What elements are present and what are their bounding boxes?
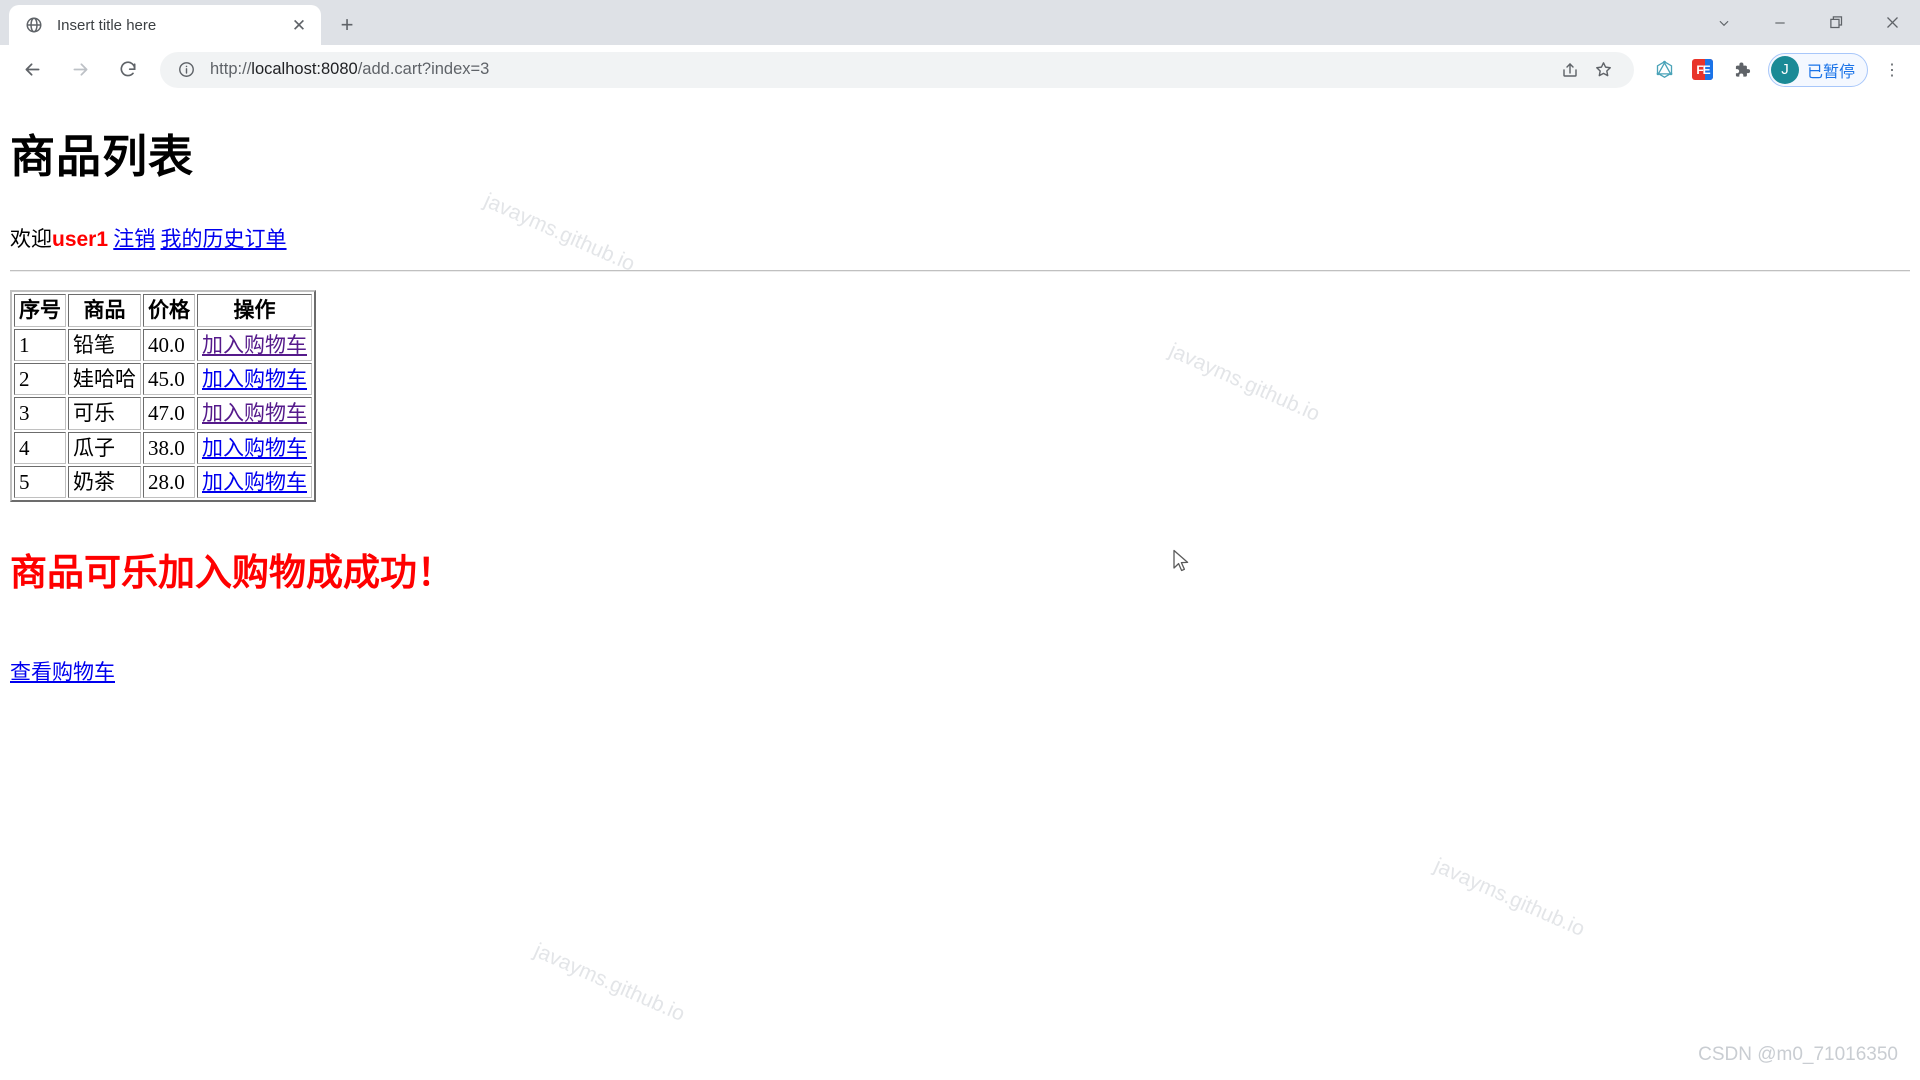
add-to-cart-link[interactable]: 加入购物车 bbox=[202, 470, 307, 494]
forward-icon[interactable] bbox=[62, 52, 98, 88]
extension-icons: FE bbox=[1648, 53, 1758, 87]
goods-table: 序号 商品 价格 操作 1 铅笔 40.0 加入购物车 2 娃哈哈 45.0 加… bbox=[10, 290, 316, 503]
column-header-action: 操作 bbox=[197, 294, 312, 327]
back-icon[interactable] bbox=[14, 52, 50, 88]
omnibox-actions bbox=[1554, 54, 1620, 86]
column-header-price: 价格 bbox=[143, 294, 195, 327]
column-header-name: 商品 bbox=[68, 294, 141, 327]
site-watermark: javayms.github.io bbox=[530, 939, 689, 1027]
fe-extension-icon[interactable]: FE bbox=[1686, 53, 1720, 87]
table-row: 5 奶茶 28.0 加入购物车 bbox=[14, 465, 312, 499]
add-to-cart-link[interactable]: 加入购物车 bbox=[202, 401, 307, 425]
url-scheme: http:// bbox=[210, 60, 252, 78]
cell-index: 3 bbox=[14, 397, 66, 430]
cell-name: 瓜子 bbox=[68, 431, 141, 464]
welcome-username: user1 bbox=[52, 228, 109, 251]
star-icon[interactable] bbox=[1588, 54, 1620, 86]
cell-index: 2 bbox=[14, 362, 66, 396]
profile-status-label: 已暂停 bbox=[1806, 63, 1855, 81]
cell-action: 加入购物车 bbox=[197, 465, 312, 499]
minimize-icon[interactable] bbox=[1752, 0, 1808, 45]
cell-price: 28.0 bbox=[143, 465, 195, 499]
extensions-puzzle-icon[interactable] bbox=[1724, 53, 1758, 87]
url-host: localhost:8080 bbox=[251, 60, 358, 78]
address-bar[interactable]: http://localhost:8080/add.cart?index=3 bbox=[160, 51, 1634, 88]
column-header-index: 序号 bbox=[14, 294, 66, 327]
fe-extension-label: FE bbox=[1696, 62, 1710, 77]
cell-price: 40.0 bbox=[143, 328, 195, 361]
csdn-watermark: CSDN @m0_71016350 bbox=[1698, 1044, 1898, 1065]
cell-price: 47.0 bbox=[143, 397, 195, 430]
tab-search-icon[interactable] bbox=[1696, 0, 1752, 45]
cell-name: 铅笔 bbox=[68, 328, 141, 361]
table-header-row: 序号 商品 价格 操作 bbox=[14, 294, 312, 327]
page-content: 商品列表 欢迎user1 注销 我的历史订单 序号 商品 价格 操作 1 铅笔 bbox=[0, 120, 1920, 686]
table-row: 3 可乐 47.0 加入购物车 bbox=[14, 397, 312, 430]
cell-action: 加入购物车 bbox=[197, 431, 312, 464]
globe-icon bbox=[25, 16, 43, 34]
add-to-cart-link[interactable]: 加入购物车 bbox=[202, 436, 307, 460]
chrome-menu-icon[interactable]: ⋮ bbox=[1874, 52, 1910, 88]
cell-name: 可乐 bbox=[68, 397, 141, 430]
cell-name: 奶茶 bbox=[68, 465, 141, 499]
tab-title: Insert title here bbox=[57, 16, 157, 34]
add-to-cart-link[interactable]: 加入购物车 bbox=[202, 367, 307, 391]
cell-action: 加入购物车 bbox=[197, 328, 312, 361]
reload-icon[interactable] bbox=[110, 52, 146, 88]
cell-index: 4 bbox=[14, 431, 66, 464]
url-path: /add.cart?index=3 bbox=[357, 60, 490, 78]
table-row: 2 娃哈哈 45.0 加入购物车 bbox=[14, 362, 312, 396]
my-orders-link[interactable]: 我的历史订单 bbox=[161, 227, 287, 251]
table-row: 4 瓜子 38.0 加入购物车 bbox=[14, 431, 312, 464]
graphql-extension-icon[interactable] bbox=[1648, 53, 1682, 87]
browser-window: Insert title here ✕ + http://localhost:8… bbox=[0, 0, 1920, 1080]
cart-link-row: 查看购物车 bbox=[10, 656, 1910, 686]
window-controls bbox=[1696, 0, 1920, 45]
cell-price: 38.0 bbox=[143, 431, 195, 464]
cell-name: 娃哈哈 bbox=[68, 362, 141, 396]
avatar: J bbox=[1770, 55, 1799, 84]
browser-toolbar: http://localhost:8080/add.cart?index=3 F… bbox=[0, 45, 1920, 94]
logout-link[interactable]: 注销 bbox=[113, 227, 155, 251]
cell-index: 5 bbox=[14, 465, 66, 499]
url-text: http://localhost:8080/add.cart?index=3 bbox=[210, 60, 1554, 79]
table-row: 1 铅笔 40.0 加入购物车 bbox=[14, 328, 312, 361]
site-watermark: javayms.github.io bbox=[1430, 854, 1589, 942]
cell-price: 45.0 bbox=[143, 362, 195, 396]
view-cart-link[interactable]: 查看购物车 bbox=[10, 660, 115, 684]
page-title: 商品列表 bbox=[10, 131, 195, 182]
success-message: 商品可乐加入购物成成功！ bbox=[10, 552, 454, 594]
browser-tab[interactable]: Insert title here ✕ bbox=[9, 5, 321, 45]
welcome-prefix: 欢迎 bbox=[10, 227, 52, 251]
tab-close-icon[interactable]: ✕ bbox=[287, 13, 311, 37]
tab-strip: Insert title here ✕ + bbox=[0, 0, 1920, 45]
maximize-icon[interactable] bbox=[1808, 0, 1864, 45]
page-viewport: javayms.github.io javayms.github.io java… bbox=[0, 94, 1920, 1080]
profile-button[interactable]: J 已暂停 bbox=[1767, 52, 1868, 87]
divider bbox=[10, 270, 1910, 273]
welcome-line: 欢迎user1 注销 我的历史订单 bbox=[10, 227, 1910, 252]
add-to-cart-link[interactable]: 加入购物车 bbox=[202, 333, 307, 357]
cell-index: 1 bbox=[14, 328, 66, 361]
info-circle-icon[interactable] bbox=[176, 60, 196, 80]
new-tab-button[interactable]: + bbox=[330, 8, 364, 42]
share-icon[interactable] bbox=[1554, 54, 1586, 86]
cell-action: 加入购物车 bbox=[197, 362, 312, 396]
cell-action: 加入购物车 bbox=[197, 397, 312, 430]
close-window-icon[interactable] bbox=[1864, 0, 1920, 45]
